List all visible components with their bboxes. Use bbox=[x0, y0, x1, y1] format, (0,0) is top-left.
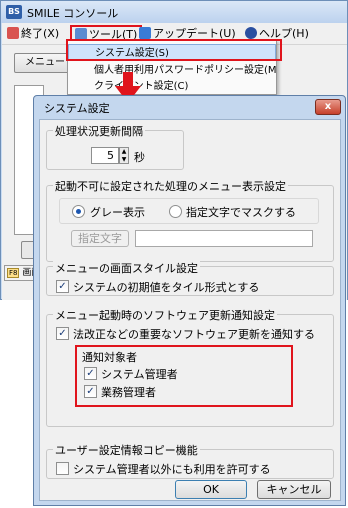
update-notify-checkbox[interactable]: ✓ bbox=[56, 327, 69, 340]
update-notify-label: メニュー起動時のソフトウェア更新通知設定 bbox=[53, 307, 277, 323]
business-admin-checkbox[interactable]: ✓ bbox=[84, 385, 97, 398]
cancel-button[interactable]: キャンセル bbox=[257, 480, 331, 499]
menu-side-button[interactable]: メニュー bbox=[14, 53, 69, 73]
system-settings-dialog: システム設定 x 処理状況更新間隔 5 ▲ ▼ 秒 起動不可に設定された処理のメ… bbox=[33, 95, 346, 506]
help-icon bbox=[245, 27, 257, 39]
spinner-up-icon[interactable]: ▲ bbox=[120, 148, 128, 156]
screen-style-label: メニューの画面スタイル設定 bbox=[53, 260, 200, 276]
spinner-down-icon[interactable]: ▼ bbox=[120, 156, 128, 163]
radio-mask-display-label: 指定文字でマスクする bbox=[186, 206, 296, 219]
tile-style-checkbox-label: システムの初期値をタイル形式とする bbox=[73, 281, 260, 294]
update-notify-checkbox-label: 法改正などの重要なソフトウェア更新を通知する bbox=[73, 328, 315, 341]
menu-display-label: 起動不可に設定された処理のメニュー表示設定 bbox=[53, 178, 288, 194]
exit-icon bbox=[7, 27, 19, 39]
system-admin-checkbox-label: システム管理者 bbox=[101, 368, 178, 381]
user-copy-checkbox-label: システム管理者以外にも利用を許可する bbox=[73, 463, 271, 476]
main-title-bar[interactable]: BS SMILE コンソール bbox=[1, 1, 347, 23]
refresh-interval-spinner[interactable]: ▲ ▼ bbox=[119, 147, 129, 164]
close-icon[interactable]: x bbox=[315, 99, 341, 115]
app-logo-icon: BS bbox=[6, 5, 22, 19]
business-admin-checkbox-label: 業務管理者 bbox=[101, 386, 156, 399]
main-window-title: SMILE コンソール bbox=[27, 7, 119, 20]
menu-exit[interactable]: 終了(X) bbox=[7, 26, 59, 42]
dropdown-item-client-settings[interactable]: クライアント設定(C) bbox=[68, 78, 276, 95]
dialog-title: システム設定 bbox=[44, 102, 110, 115]
radio-gray-display-label: グレー表示 bbox=[90, 206, 145, 219]
refresh-interval-unit: 秒 bbox=[134, 151, 145, 164]
update-icon bbox=[139, 27, 151, 39]
dialog-body: 処理状況更新間隔 5 ▲ ▼ 秒 起動不可に設定された処理のメニュー表示設定 グ… bbox=[39, 119, 341, 501]
user-copy-label: ユーザー設定情報コピー機能 bbox=[53, 442, 200, 458]
system-admin-checkbox[interactable]: ✓ bbox=[84, 367, 97, 380]
refresh-interval-input[interactable]: 5 bbox=[91, 147, 119, 164]
refresh-interval-label: 処理状況更新間隔 bbox=[53, 123, 145, 139]
radio-mask-display[interactable] bbox=[169, 205, 182, 218]
radio-gray-display[interactable] bbox=[72, 205, 85, 218]
notify-target-label: 通知対象者 bbox=[82, 351, 137, 364]
tile-style-checkbox[interactable]: ✓ bbox=[56, 280, 69, 293]
ok-button[interactable]: OK bbox=[175, 480, 247, 499]
mask-character-input[interactable] bbox=[135, 230, 313, 247]
mask-character-button[interactable]: 指定文字 bbox=[71, 230, 129, 247]
user-copy-checkbox[interactable] bbox=[56, 462, 69, 475]
dropdown-item-password-policy[interactable]: 個人者用利用パスワードポリシー設定(M) bbox=[68, 62, 276, 79]
menu-exit-label: 終了(X) bbox=[21, 27, 60, 40]
f8-key-icon: F8 bbox=[7, 268, 20, 278]
highlight-box-system-settings bbox=[66, 39, 282, 61]
